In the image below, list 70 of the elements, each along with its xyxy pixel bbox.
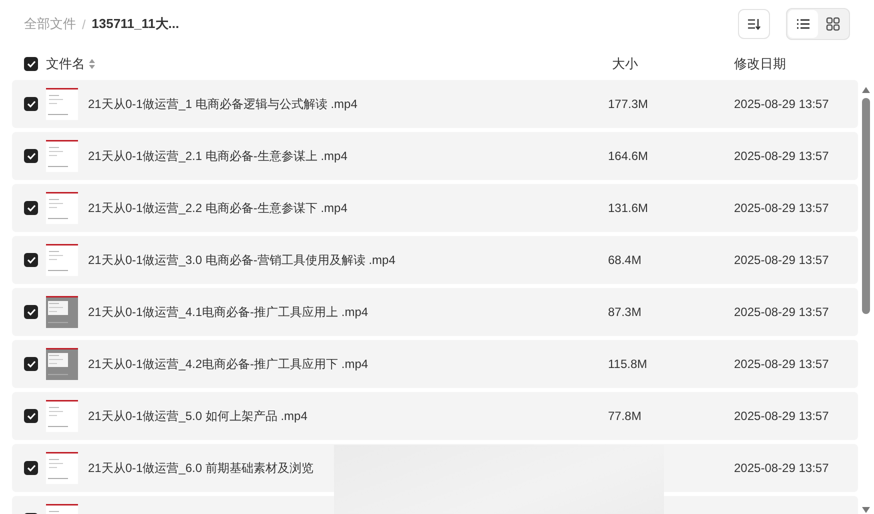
file-row[interactable]: 21天从0-1做运营_3.0 电商必备-营销工具使用及解读 .mp4 68.4M 2025-08-29 13:57 (12, 236, 858, 284)
checkmark-icon (26, 100, 36, 108)
modified-date: 2025-08-29 13:57 (734, 461, 829, 475)
file-size: 115.8M (608, 357, 648, 371)
row-checkbox[interactable] (24, 149, 38, 163)
checkmark-icon (26, 412, 36, 420)
checkmark-icon (26, 464, 36, 472)
video-thumbnail (46, 296, 78, 328)
breadcrumb-separator: / (82, 16, 86, 32)
file-name: 21天从0-1做运营_2.2 电商必备-生意参谋下 .mp4 (88, 200, 348, 216)
file-name: 21天从0-1做运营_5.0 如何上架产品 .mp4 (88, 408, 308, 424)
file-row[interactable]: 21天从0-1做运营_4.2电商必备-推广工具应用下 .mp4 115.8M 2025-08-29 13:57 (12, 340, 858, 388)
video-thumbnail (46, 400, 78, 432)
modified-date: 2025-08-29 13:57 (734, 305, 829, 319)
checkmark-icon (26, 60, 36, 68)
file-name: 21天从0-1做运营_4.2电商必备-推广工具应用下 .mp4 (88, 356, 370, 372)
modified-date: 2025-08-29 13:57 (734, 149, 829, 163)
breadcrumb-item: 135711_11大... (92, 15, 180, 33)
checkmark-icon (26, 256, 36, 264)
file-size: 164.6M (608, 149, 650, 163)
file-row[interactable]: 21天从0-1做运营_2.2 电商必备-生意参谋下 .mp4 131.6M 2025-08-29 13:57 (12, 184, 858, 232)
row-checkbox[interactable] (24, 97, 38, 111)
column-header: 大小 (612, 55, 639, 73)
file-size: 68.4M (608, 253, 642, 267)
row-checkbox[interactable] (24, 357, 38, 371)
file-name: 21天从0-1做运营_1 电商必备逻辑与公式解读 .mp4 (88, 96, 358, 112)
modified-date: 2025-08-29 13:57 (734, 253, 829, 267)
select-all-checkbox[interactable] (24, 57, 38, 71)
modified-date: 2025-08-29 13:57 (734, 357, 829, 371)
sort-button[interactable] (738, 9, 770, 39)
sort-arrows-icon[interactable] (89, 59, 95, 69)
scrollbar[interactable] (860, 86, 872, 514)
grid-icon (826, 17, 840, 31)
row-checkbox[interactable] (24, 409, 38, 423)
row-checkbox[interactable] (24, 305, 38, 319)
file-name: 21天从0-1做运营_4.1电商必备-推广工具应用上 .mp4 (88, 304, 370, 320)
file-name: 21天从0-1做运营_6.0 前期基础素材及浏览 (88, 460, 314, 476)
modified-date: 2025-08-29 13:57 (734, 97, 829, 111)
row-checkbox[interactable] (24, 253, 38, 267)
column-header[interactable]: 文件名 (46, 55, 85, 73)
file-row[interactable]: 21天从0-1做运营_1 电商必备逻辑与公式解读 .mp4 177.3M 2025-08-29 13:57 (12, 80, 858, 128)
file-row[interactable]: 21天从0-1做运营_2.1 电商必备-生意参谋上 .mp4 164.6M 2025-08-29 13:57 (12, 132, 858, 180)
checkmark-icon (26, 308, 36, 316)
video-thumbnail (46, 244, 78, 276)
file-size: 77.8M (608, 409, 642, 423)
video-thumbnail (46, 452, 78, 484)
file-name: 21天从0-1做运营_2.1 电商必备-生意参谋上 .mp4 (88, 148, 348, 164)
file-row[interactable]: 21天从0-1做运营_4.1电商必备-推广工具应用上 .mp4 87.3M 2025-08-29 13:57 (12, 288, 858, 336)
file-size: 177.3M (608, 97, 650, 111)
row-checkbox[interactable] (24, 201, 38, 215)
modified-date: 2025-08-29 13:57 (734, 409, 829, 423)
video-thumbnail (46, 192, 78, 224)
list-view-button[interactable] (788, 10, 818, 38)
checkmark-icon (26, 360, 36, 368)
scroll-up-icon[interactable] (861, 86, 871, 94)
row-checkbox[interactable] (24, 461, 38, 475)
file-size: 131.6M (608, 201, 650, 215)
column-header: 修改日期 (734, 55, 787, 73)
sort-icon (747, 18, 761, 30)
file-size: 87.3M (608, 305, 642, 319)
scroll-down-icon[interactable] (861, 506, 871, 514)
video-thumbnail (46, 140, 78, 172)
checkmark-icon (26, 152, 36, 160)
file-row[interactable]: 21天从0-1做运营_5.0 如何上架产品 .mp4 77.8M 2025-08-29 13:57 (12, 392, 858, 440)
modified-date: 2025-08-29 13:57 (734, 201, 829, 215)
checkmark-icon (26, 204, 36, 212)
video-thumbnail (46, 88, 78, 120)
file-name: 21天从0-1做运营_3.0 电商必备-营销工具使用及解读 .mp4 (88, 252, 396, 268)
list-icon (796, 18, 810, 30)
video-thumbnail (46, 348, 78, 380)
